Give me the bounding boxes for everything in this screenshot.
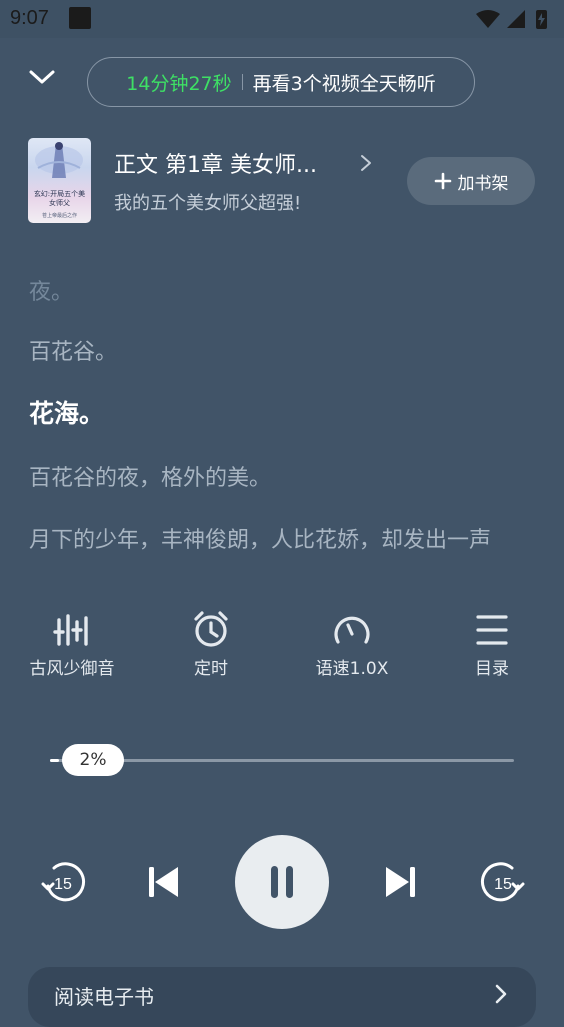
book-name: 我的五个美女师父超强! — [114, 193, 302, 214]
skip-next-icon — [386, 867, 415, 897]
voice-equalizer-icon — [53, 614, 88, 646]
text-line: 百花谷的夜，格外的美。 — [29, 466, 272, 491]
chevron-right-icon[interactable] — [359, 154, 373, 172]
text-line: 月下的少年，丰神俊朗，人比花娇，却发出一声 — [29, 528, 492, 553]
voice-button[interactable]: 古风少御音 — [12, 610, 132, 679]
read-ebook-bar[interactable]: 阅读电子书 — [28, 967, 536, 1027]
rewind-icon: 15 — [41, 862, 85, 902]
chevron-down-icon[interactable] — [24, 60, 60, 96]
chapter-title[interactable]: 正文 第1章 美女师... — [114, 147, 317, 179]
text-line-current: 花海。 — [29, 399, 105, 428]
progress-thumb[interactable]: 2% — [62, 744, 124, 776]
add-to-shelf-label: 加书架 — [457, 173, 509, 194]
cover-author: 苍上帝最后之作 — [41, 213, 77, 219]
playback-controls: 15 15 — [0, 834, 564, 930]
promo-banner[interactable]: 14分钟27秒 再看3个视频全天畅听 — [87, 57, 475, 107]
cover-title: 玄幻:开局五个美女师父 — [33, 190, 86, 207]
timer-button[interactable]: 定时 — [151, 610, 271, 679]
skip-previous-icon — [149, 867, 178, 897]
pause-icon — [271, 866, 293, 898]
speed-label: 语速1.0X — [315, 659, 389, 679]
forward-15-button[interactable]: 15 — [480, 858, 528, 910]
status-icons — [476, 10, 547, 29]
forward-seconds: 15 — [494, 876, 512, 893]
text-line: 百花谷。 — [29, 340, 118, 365]
progress-fill — [50, 759, 60, 762]
book-cover[interactable]: 玄幻:开局五个美女师父 苍上帝最后之作 — [28, 138, 91, 223]
chevron-right-icon — [495, 984, 507, 1004]
promo-divider — [241, 74, 243, 90]
status-bar: 9:07 — [0, 0, 564, 38]
previous-button[interactable] — [140, 859, 186, 909]
rewind-15-button[interactable]: 15 — [38, 858, 86, 910]
reader-text[interactable]: 夜。 百花谷。 花海。 百花谷的夜，格外的美。 月下的少年，丰神俊朗，人比花娇，… — [0, 260, 536, 560]
speedometer-icon — [334, 616, 370, 644]
wifi-icon — [476, 10, 500, 28]
text-line: 夜。 — [29, 280, 74, 305]
forward-icon: 15 — [481, 862, 525, 902]
notification-icon — [69, 7, 91, 29]
toc-label: 目录 — [475, 659, 509, 679]
read-ebook-label: 阅读电子书 — [54, 985, 154, 1009]
next-button[interactable] — [378, 859, 424, 909]
voice-label: 古风少御音 — [29, 659, 115, 679]
toc-button[interactable]: 目录 — [432, 610, 552, 679]
menu-list-icon — [476, 615, 508, 645]
timer-label: 定时 — [194, 659, 228, 679]
pause-button[interactable] — [235, 835, 329, 929]
plus-icon — [434, 172, 451, 190]
add-to-shelf-button[interactable]: 加书架 — [407, 157, 535, 205]
signal-icon — [507, 10, 525, 28]
alarm-clock-icon — [194, 611, 228, 647]
speed-button[interactable]: 语速1.0X — [292, 610, 412, 679]
cover-illustration — [35, 142, 83, 178]
feature-row: 古风少御音 定时 语速1.0X 目录 — [0, 610, 564, 680]
rewind-seconds: 15 — [54, 876, 72, 893]
status-time: 9:07 — [10, 7, 49, 29]
promo-text: 再看3个视频全天畅听 — [252, 72, 436, 95]
promo-timer: 14分钟27秒 — [126, 72, 232, 95]
